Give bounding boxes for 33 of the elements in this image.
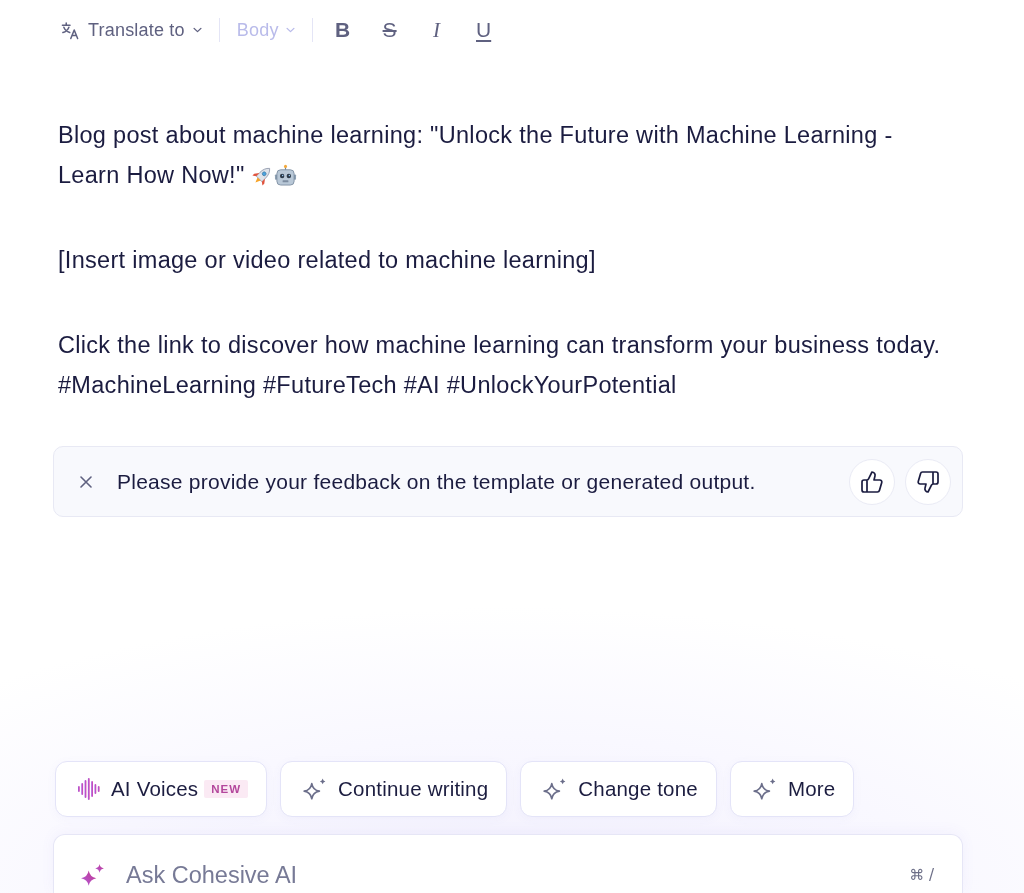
sparkle-icon [302, 777, 328, 801]
shortcut-hint: ⌘ / [909, 866, 934, 884]
sparkle-icon [542, 777, 568, 801]
thumbs-up-button[interactable] [849, 458, 895, 505]
ai-action-button[interactable]: More [729, 761, 855, 817]
feature-badge: NEW [204, 780, 249, 798]
ask-ai-input[interactable]: Ask Cohesive AI [126, 861, 894, 889]
ai-action-button[interactable]: Continue writing [280, 761, 508, 817]
thumbs-up-icon [861, 470, 883, 493]
sparkle-icon [80, 862, 105, 888]
ai-voices-button[interactable]: AI Voices NEW [55, 761, 268, 817]
thumbs-down-button[interactable] [905, 458, 951, 505]
robot-icon [273, 164, 297, 187]
translate-dropdown[interactable]: Translate to [61, 15, 202, 45]
text-line: Blog post about machine learning: "Unlock the Future with Machine Learning - [58, 122, 893, 148]
translate-icon [61, 20, 80, 40]
text-line: #MachineLearning #FutureTech #AI #UnlockYourPotential [58, 372, 677, 398]
text-line: Click the link to discover how machine learning can transform your business today. [58, 332, 941, 358]
close-icon [80, 475, 92, 488]
italic-button[interactable]: I [420, 14, 453, 46]
chevron-icon [285, 27, 295, 33]
feedback-message: Please provide your feedback on the template or generated output. [117, 469, 757, 494]
voice-wave-icon [77, 777, 100, 801]
text-line: Learn How Now!" [58, 162, 245, 188]
chevron-icon [192, 27, 202, 33]
underline-button[interactable]: U [467, 14, 500, 46]
thumbs-down-icon [917, 470, 939, 493]
ai-action-button[interactable]: Change tone [520, 761, 717, 817]
text-line: [Insert image or video related to machine learning] [58, 247, 596, 273]
ask-ai-field[interactable]: Ask Cohesive AI ⌘ / [53, 834, 963, 893]
strikethrough-button[interactable]: S [373, 14, 406, 46]
sparkle-icon [751, 777, 777, 801]
bold-button[interactable]: B [326, 14, 359, 46]
